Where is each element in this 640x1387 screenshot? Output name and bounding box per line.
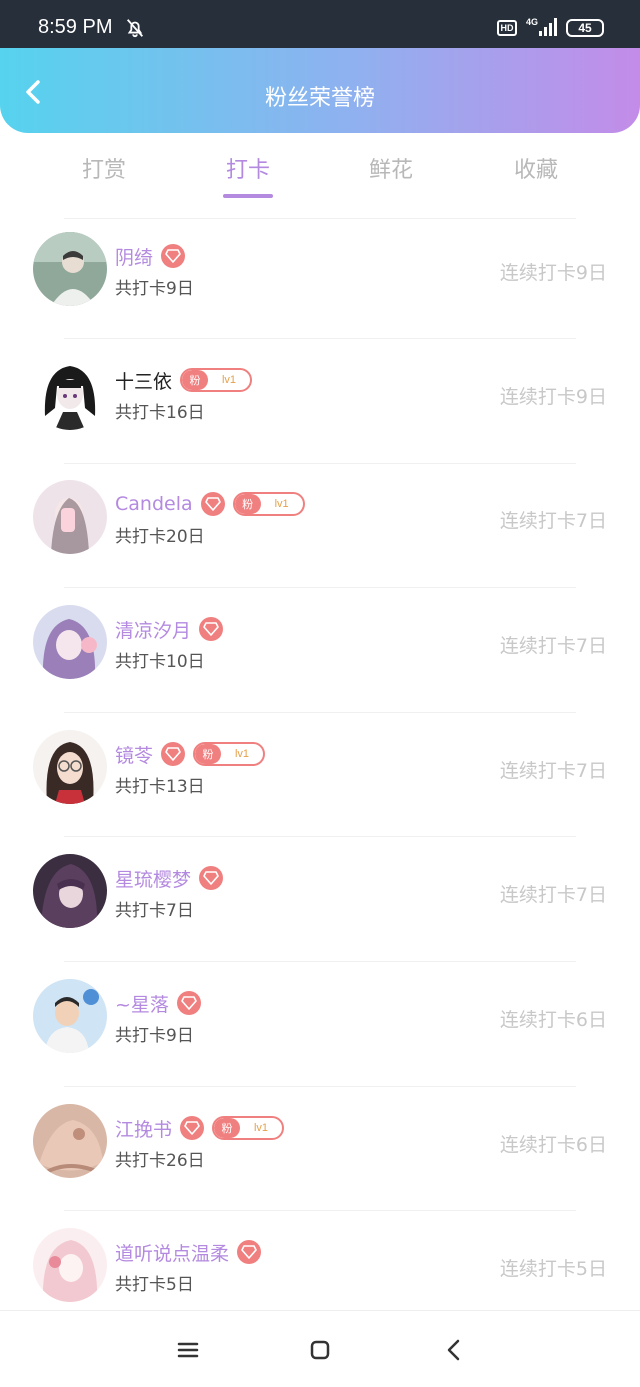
streak-checkins: 连续打卡7日 (499, 760, 607, 782)
total-checkins: 共打卡7日 (115, 901, 194, 921)
diamond-icon (161, 742, 186, 766)
fan-level-badge: 粉 lv1 (232, 492, 305, 516)
avatar[interactable] (33, 979, 107, 1053)
avatar[interactable] (33, 854, 107, 928)
fan-name: Candela (115, 493, 193, 515)
list-item[interactable]: ~星落 共打卡9日 连续打卡6日 (0, 967, 640, 1091)
avatar[interactable] (33, 730, 107, 804)
menu-icon[interactable] (175, 1337, 201, 1363)
total-checkins: 共打卡10日 (115, 652, 205, 672)
diamond-icon (180, 1116, 205, 1140)
bell-muted-icon (126, 19, 144, 38)
total-checkins: 共打卡9日 (115, 1026, 194, 1046)
total-checkins: 共打卡5日 (115, 1275, 194, 1295)
fan-name: 阴绮 (115, 246, 154, 269)
streak-checkins: 连续打卡7日 (499, 635, 607, 657)
header-bar: 粉丝荣誉榜 (0, 48, 640, 133)
total-checkins: 共打卡20日 (115, 527, 205, 547)
system-nav-bar (0, 1310, 640, 1387)
tab-bar: 打赏 打卡 鲜花 收藏 (0, 148, 640, 208)
tab-favorites[interactable]: 收藏 (491, 152, 581, 184)
status-time: 8:59 PM (38, 16, 113, 38)
fan-name: 清凉汐月 (115, 619, 192, 642)
streak-checkins: 连续打卡6日 (499, 1134, 607, 1156)
fan-name: ~星落 (115, 993, 169, 1016)
fan-name: 镜苓 (115, 744, 154, 767)
diamond-icon (161, 244, 186, 268)
streak-checkins: 连续打卡9日 (499, 386, 607, 408)
tab-reward[interactable]: 打赏 (59, 152, 149, 184)
avatar[interactable] (33, 605, 107, 679)
tab-flowers[interactable]: 鲜花 (346, 152, 436, 184)
streak-checkins: 连续打卡6日 (499, 1009, 607, 1031)
total-checkins: 共打卡26日 (115, 1151, 205, 1171)
diamond-icon (237, 1240, 262, 1264)
back-nav-icon[interactable] (441, 1337, 467, 1363)
streak-checkins: 连续打卡9日 (499, 262, 607, 284)
total-checkins: 共打卡13日 (115, 777, 205, 797)
hd-icon: HD (497, 20, 517, 36)
fan-name: 十三依 (115, 370, 173, 393)
fan-name: 道听说点温柔 (115, 1242, 230, 1265)
list-item[interactable]: 十三依 粉 lv1 共打卡16日 连续打卡9日 (0, 344, 640, 468)
fan-level-badge: 粉 lv1 (212, 1116, 285, 1140)
network-label: 4G (526, 17, 538, 27)
diamond-icon (199, 617, 224, 641)
diamond-icon (200, 492, 225, 516)
diamond-icon (199, 866, 224, 890)
home-icon[interactable] (307, 1337, 333, 1363)
avatar[interactable] (33, 480, 107, 554)
streak-checkins: 连续打卡7日 (499, 510, 607, 532)
list-item[interactable]: 阴绮 共打卡9日 连续打卡9日 (0, 220, 640, 344)
streak-checkins: 连续打卡7日 (499, 884, 607, 906)
battery-icon: 45 (566, 19, 604, 37)
signal-icon: 4G (526, 17, 557, 36)
fan-level-badge: 粉 lv1 (180, 368, 253, 392)
diamond-icon (176, 991, 201, 1015)
active-tab-indicator (223, 194, 273, 198)
list-item[interactable]: 镜苓 粉 lv1 共打卡13日 连续打卡7日 (0, 718, 640, 842)
page-title: 粉丝荣誉榜 (264, 86, 375, 111)
avatar[interactable] (33, 1104, 107, 1178)
fan-name: 星琉樱梦 (115, 868, 192, 891)
tab-checkin[interactable]: 打卡 (203, 152, 293, 184)
list-item[interactable]: 江挽书 粉 lv1 共打卡26日 连续打卡6日 (0, 1092, 640, 1216)
total-checkins: 共打卡16日 (115, 403, 205, 423)
list-item[interactable]: 清凉汐月 共打卡10日 连续打卡7日 (0, 593, 640, 717)
status-bar: 8:59 PM HD 4G 45 (0, 0, 640, 48)
streak-checkins: 连续打卡5日 (499, 1258, 607, 1280)
avatar[interactable] (33, 1228, 107, 1302)
avatar[interactable] (33, 356, 107, 430)
total-checkins: 共打卡9日 (115, 279, 194, 299)
list-item[interactable]: 星琉樱梦 共打卡7日 连续打卡7日 (0, 842, 640, 966)
avatar[interactable] (33, 232, 107, 306)
list-item[interactable]: Candela 粉 lv1 共打卡20日 连续打卡7日 (0, 468, 640, 592)
fan-level-badge: 粉 lv1 (193, 742, 266, 766)
fan-name: 江挽书 (115, 1118, 173, 1141)
